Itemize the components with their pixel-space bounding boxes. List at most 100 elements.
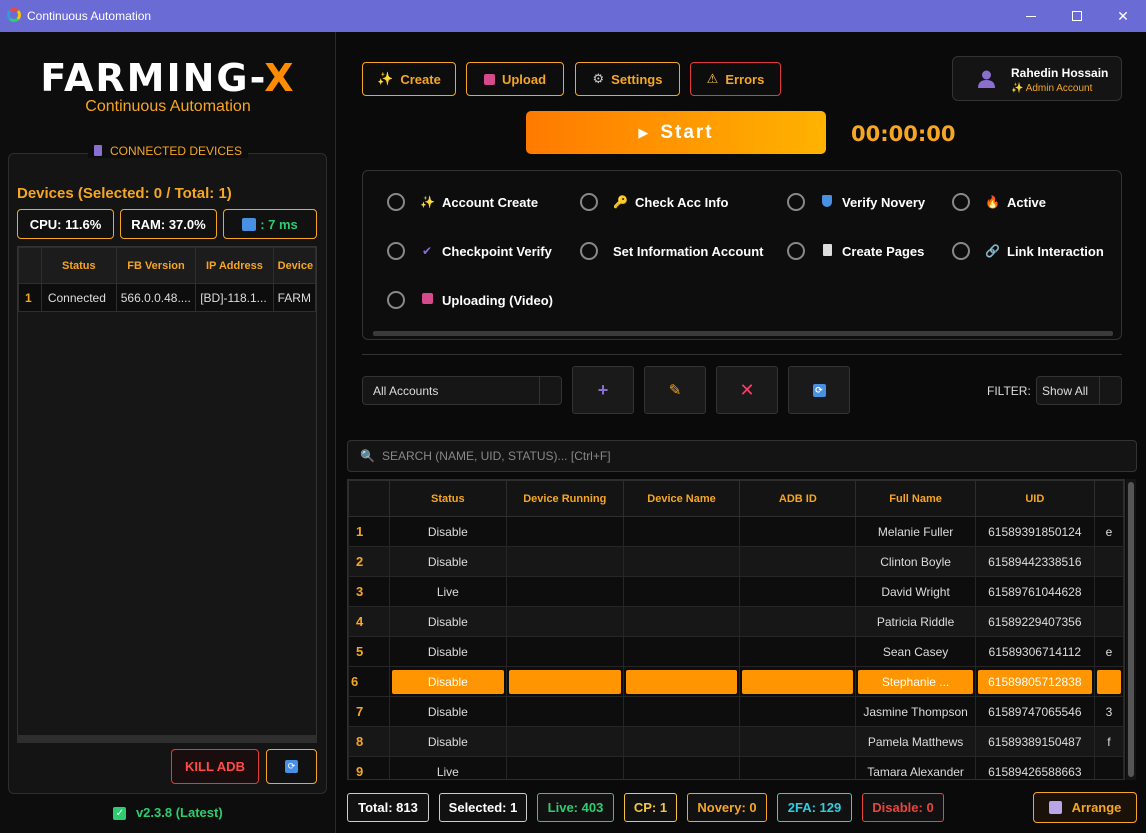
adb-id-cell [739, 756, 857, 779]
task-uploading-video[interactable]: Uploading (Video) [387, 291, 553, 309]
twofa-count: 2FA: 129 [777, 793, 852, 822]
uid-cell: 61589761044628 [974, 576, 1095, 607]
table-row[interactable]: 4 Disable Patricia Riddle 61589229407356 [348, 606, 1124, 637]
table-row[interactable]: 5 Disable Sean Casey 61589306714112 e [348, 636, 1124, 667]
section-title-text: CONNECTED DEVICES [110, 144, 243, 158]
search-input[interactable]: 🔍 SEARCH (NAME, UID, STATUS)... [Ctrl+F] [347, 440, 1137, 472]
inbox-icon [420, 293, 434, 307]
pencil-icon: ✎ [668, 382, 682, 399]
column-header[interactable]: Status [388, 480, 507, 517]
task-label: Active [1007, 194, 1047, 210]
column-header[interactable]: Status [40, 247, 117, 284]
account-status: Disable [388, 516, 507, 547]
create-label: Create [400, 71, 441, 87]
column-header[interactable]: Device Name [622, 480, 741, 517]
table-row[interactable]: 6 Disable Stephanie ... 61589805712838 [348, 666, 1124, 697]
device-running-cell [505, 666, 624, 697]
task-active[interactable]: 🔥 Active [952, 193, 1046, 211]
task-account-create[interactable]: ✨ Account Create [387, 193, 538, 211]
uid-cell: 61589442338516 [974, 546, 1095, 577]
task-checkpoint-verify[interactable]: ✔ Checkpoint Verify [387, 242, 552, 260]
table-row[interactable]: 2 Disable Clinton Boyle 61589442338516 [348, 546, 1124, 577]
task-panel-hscrollbar[interactable] [373, 331, 1113, 336]
column-header[interactable]: UID [974, 480, 1095, 517]
task-label: Create Pages [842, 243, 925, 259]
column-header[interactable]: FB Version [115, 247, 197, 284]
column-header[interactable]: Full Name [855, 480, 976, 517]
device-name-cell [622, 546, 741, 577]
user-card[interactable]: Rahedin Hossain ✨ Admin Account [952, 56, 1122, 101]
scrollbar-thumb[interactable] [1128, 482, 1134, 777]
user-role-text: Admin Account [1025, 83, 1093, 94]
refresh-accounts-button[interactable]: ⟳ [788, 366, 850, 414]
column-header[interactable] [18, 247, 42, 284]
radio-button[interactable] [387, 242, 405, 260]
errors-button[interactable]: ⚠ Errors [690, 62, 781, 96]
device-count: Devices (Selected: 0 / Total: 1) [17, 185, 232, 202]
column-header[interactable]: ADB ID [739, 480, 857, 517]
task-check-acc-info[interactable]: 🔑 Check Acc Info [580, 193, 728, 211]
table-row[interactable]: 7 Disable Jasmine Thompson 61589747065546 3 [348, 696, 1124, 727]
task-create-pages[interactable]: Create Pages [787, 242, 924, 260]
arrange-button[interactable]: Arrange [1033, 792, 1137, 823]
maximize-button[interactable] [1054, 0, 1100, 32]
device-name-cell [622, 666, 741, 697]
task-set-information-account[interactable]: Set Information Account [580, 242, 763, 260]
row-number: 8 [348, 726, 390, 757]
column-header[interactable] [348, 480, 390, 517]
column-header[interactable]: IP Address [195, 247, 274, 284]
column-header[interactable]: Device [272, 247, 316, 284]
window-title: Continuous Automation [27, 9, 152, 23]
column-header[interactable]: Device Running [505, 480, 624, 517]
column-header[interactable] [1093, 480, 1124, 517]
filter-value: Show All [1042, 383, 1089, 398]
table-row[interactable]: 3 Live David Wright 61589761044628 [348, 576, 1124, 607]
task-label: Link Interaction [1007, 243, 1104, 259]
cp-count: CP: 1 [624, 793, 677, 822]
radio-button[interactable] [787, 242, 805, 260]
device-name-cell [622, 636, 741, 667]
accounts-vscrollbar[interactable] [1126, 479, 1136, 780]
devices-hscrollbar[interactable] [17, 735, 317, 743]
disable-count: Disable: 0 [862, 793, 944, 822]
radio-button[interactable] [787, 193, 805, 211]
filter-select[interactable]: Show All [1036, 376, 1122, 405]
task-label: Verify Novery [842, 194, 926, 210]
app-logo-icon [7, 8, 21, 22]
add-account-button[interactable]: + [572, 366, 634, 414]
task-link-interaction[interactable]: 🔗 Link Interaction [952, 242, 1104, 260]
task-verify-novery[interactable]: Verify Novery [787, 193, 925, 211]
start-button[interactable]: ▶ Start [526, 111, 826, 154]
create-button[interactable]: ✨ Create [362, 62, 456, 96]
page-icon [820, 243, 834, 259]
ram-stat: RAM: 37.0% [120, 209, 217, 239]
arrange-label: Arrange [1071, 800, 1122, 815]
radio-button[interactable] [580, 193, 598, 211]
minimize-button[interactable] [1008, 0, 1054, 32]
sparkle-icon: ✨ [420, 195, 435, 209]
table-row[interactable]: 8 Disable Pamela Matthews 61589389150487 f [348, 726, 1124, 757]
delete-account-button[interactable]: ✕ [716, 366, 778, 414]
radio-button[interactable] [387, 291, 405, 309]
refresh-devices-button[interactable]: ⟳ [266, 749, 317, 784]
table-row[interactable]: 1 Disable Melanie Fuller 61589391850124 e [348, 516, 1124, 547]
device-name-cell [622, 516, 741, 547]
upload-button[interactable]: Upload [466, 62, 564, 96]
account-group-select[interactable]: All Accounts [362, 376, 562, 405]
kill-adb-button[interactable]: KILL ADB [171, 749, 259, 784]
adb-id-cell [739, 576, 857, 607]
table-row[interactable]: 9 Live Tamara Alexander 61589426588663 [348, 756, 1124, 779]
settings-button[interactable]: ⚙ Settings [575, 62, 680, 96]
checkmark-icon: ✔ [421, 244, 433, 258]
device-row[interactable]: 1 Connected 566.0.0.48.... [BD]-118.1...… [18, 283, 316, 312]
full-name-cell: Patricia Riddle [855, 606, 976, 637]
radio-button[interactable] [952, 193, 970, 211]
full-name-cell: Tamara Alexander [855, 756, 976, 779]
radio-button[interactable] [387, 193, 405, 211]
device-ip: [BD]-118.1... [195, 283, 274, 312]
radio-button[interactable] [580, 242, 598, 260]
device-running-cell [505, 576, 624, 607]
edit-account-button[interactable]: ✎ [644, 366, 706, 414]
radio-button[interactable] [952, 242, 970, 260]
close-button[interactable]: ✕ [1100, 0, 1146, 32]
